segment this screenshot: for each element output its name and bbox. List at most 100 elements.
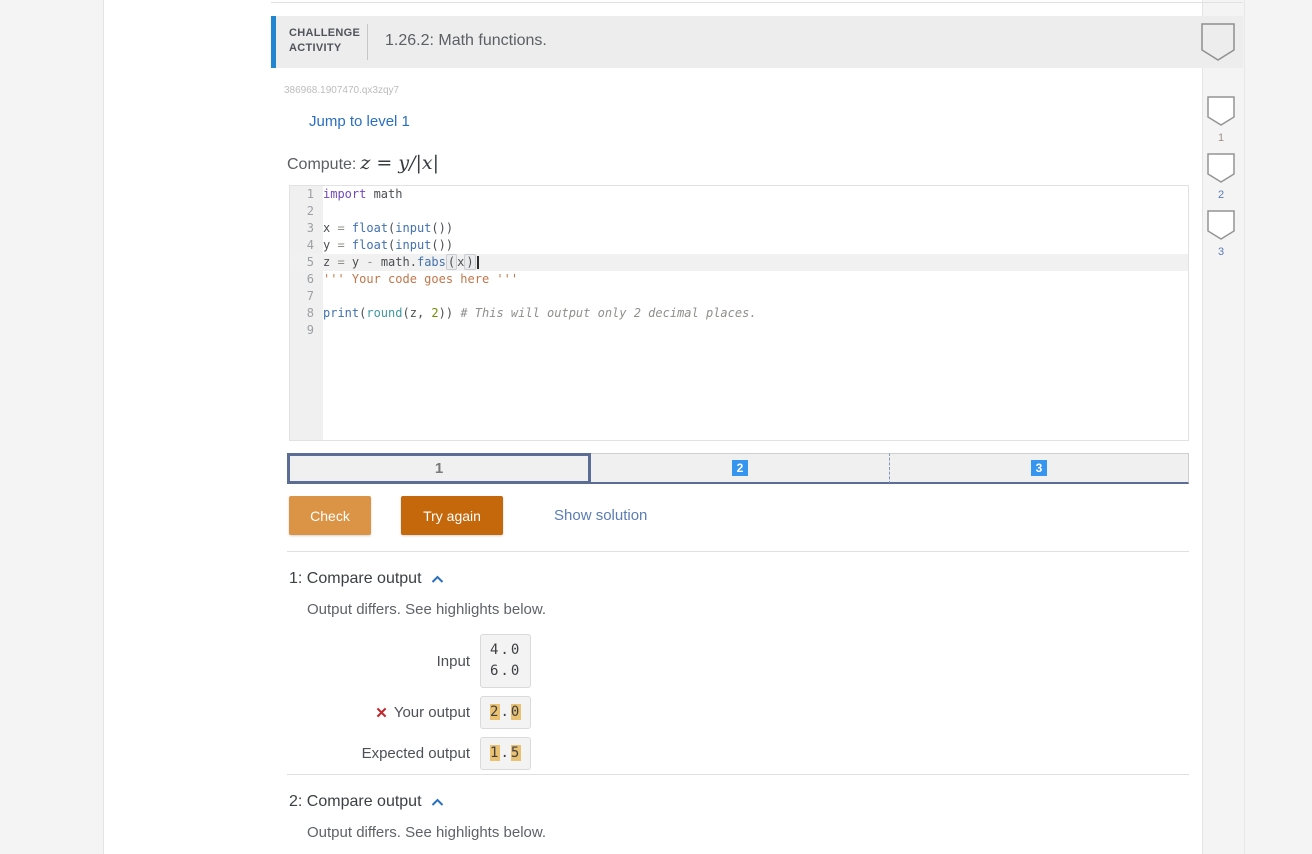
editor-empty-area <box>290 339 1188 440</box>
right-rail-divider <box>1244 0 1245 854</box>
code-line-content <box>323 288 1188 305</box>
code-line-content: ''' Your code goes here ''' <box>323 271 1188 288</box>
output-line: 1.5 <box>490 743 522 764</box>
code-line: 2 <box>290 203 1188 220</box>
output-char: . <box>500 745 511 761</box>
code-line: 6 ''' Your code goes here ''' <box>290 271 1188 288</box>
problem-statement: Compute: z = y/|x| <box>287 152 439 174</box>
compare-output-2-title: 2: Compare output <box>289 793 422 810</box>
output-line: 2.0 <box>490 702 522 723</box>
output-char: 6.0 <box>490 663 522 679</box>
code-line: 1 import math <box>290 186 1188 203</box>
compare-output-1-header[interactable]: 1: Compare output <box>287 570 1189 588</box>
try-again-button[interactable]: Try again <box>401 496 503 535</box>
code-line-content: z = y - math.fabs(x) <box>323 254 1188 271</box>
line-number: 7 <box>306 289 314 303</box>
header-divider <box>367 24 368 60</box>
code-line-content <box>323 203 1188 220</box>
shield-icon <box>1207 153 1235 183</box>
line-number: 4 <box>306 238 314 252</box>
code-line-content: x = float(input()) <box>323 220 1188 237</box>
line-number: 6 <box>306 272 314 286</box>
chevron-up-icon <box>431 575 443 583</box>
code-line: 9 <box>290 322 1188 339</box>
code-token: z, <box>409 306 432 320</box>
line-number: 1 <box>306 187 314 201</box>
code-token: ()) <box>431 238 454 252</box>
output-box: 1.5 <box>480 737 532 770</box>
output-box: 4.0 6.0 <box>480 634 532 688</box>
compare-row-label-text: Expected output <box>361 745 470 762</box>
code-token: = <box>337 255 345 269</box>
page: CHALLENGE ACTIVITY 1.26.2: Math function… <box>0 0 1312 854</box>
level-number: 1 <box>1217 132 1225 144</box>
code-token: y <box>344 255 367 269</box>
compare-row-label-text: Your output <box>393 704 470 721</box>
content-column: CHALLENGE ACTIVITY 1.26.2: Math function… <box>103 0 1245 854</box>
level-badge-1[interactable]: 1 <box>1207 96 1235 144</box>
chevron-up-icon <box>431 798 443 806</box>
code-token: # This will output only 2 decimal places… <box>460 306 757 320</box>
code-token: ) <box>464 254 476 270</box>
compare-row: Input 4.0 6.0 <box>289 634 1189 688</box>
level-badge-3[interactable]: 3 <box>1207 210 1235 258</box>
progress-segment-3: 3 <box>890 453 1189 484</box>
code-token: y <box>323 238 338 252</box>
incorrect-icon: ✕ <box>375 704 388 722</box>
text-cursor <box>476 256 479 269</box>
line-number: 5 <box>306 255 314 269</box>
output-char: . <box>500 704 511 720</box>
line-number: 3 <box>306 221 314 235</box>
code-token: input <box>395 238 432 252</box>
level-number: 3 <box>1217 246 1225 258</box>
compare-row-label: Input <box>289 653 470 670</box>
compare-row: Expected output 1.5 <box>289 737 1189 770</box>
code-token: ( <box>402 306 410 320</box>
kicker-line-2: ACTIVITY <box>289 42 342 54</box>
code-filler <box>323 339 1188 440</box>
code-token: ()) <box>431 221 454 235</box>
highlighted-char: 2 <box>490 704 501 720</box>
progress-segment-label: 2 <box>731 460 749 476</box>
code-line: 5 z = y - math.fabs(x) <box>290 254 1188 271</box>
level-number: 2 <box>1217 189 1225 201</box>
highlighted-char: 1 <box>490 745 501 761</box>
progress-segment-2: 2 <box>591 453 890 484</box>
level-badge-rail: 1 2 3 <box>1207 96 1235 267</box>
compare-output-section-1: 1: Compare output Output differs. See hi… <box>287 551 1189 778</box>
code-line: 4 y = float(input()) <box>290 237 1188 254</box>
code-token: print <box>323 306 360 320</box>
progress-bar: 1 2 3 <box>287 453 1189 484</box>
code-token: = <box>337 221 345 235</box>
code-line-content: print(round(z, 2)) # This will output on… <box>323 305 1188 322</box>
compare-output-2-message: Output differs. See highlights below. <box>307 824 547 841</box>
code-token: round <box>366 306 403 320</box>
kicker-line-1: CHALLENGE <box>289 27 361 39</box>
compare-row-label: Expected output <box>289 745 470 762</box>
output-line: 4.0 <box>490 640 521 661</box>
line-number: 2 <box>306 204 314 218</box>
shield-icon <box>1207 210 1235 240</box>
show-solution-link[interactable]: Show solution <box>554 507 647 524</box>
jump-to-level-link[interactable]: Jump to level 1 <box>309 113 410 130</box>
line-number: 8 <box>306 306 314 320</box>
code-token: import <box>323 187 367 201</box>
compare-output-2-header[interactable]: 2: Compare output <box>287 793 1189 811</box>
progress-segment-1: 1 <box>287 453 591 484</box>
code-line: 8 print(round(z, 2)) # This will output o… <box>290 305 1188 322</box>
code-token: )) <box>438 306 461 320</box>
code-line: 3 x = float(input()) <box>290 220 1188 237</box>
code-token: ''' Your code goes here ''' <box>323 272 519 286</box>
compare-output-1-title: 1: Compare output <box>289 570 422 587</box>
level-badge-2[interactable]: 2 <box>1207 153 1235 201</box>
check-button[interactable]: Check <box>289 496 371 535</box>
highlighted-char: 5 <box>510 745 522 761</box>
output-char: 4.0 <box>490 642 522 658</box>
accent-bar <box>271 16 276 68</box>
activity-kicker: CHALLENGE ACTIVITY <box>289 26 360 56</box>
code-token: fabs <box>416 255 446 269</box>
compare-row: ✕ Your output 2.0 <box>289 696 1189 729</box>
code-line-content: y = float(input()) <box>323 237 1188 254</box>
code-editor[interactable]: 1 import math 2 3 x = float(input()) 4 y = flo… <box>289 185 1189 441</box>
